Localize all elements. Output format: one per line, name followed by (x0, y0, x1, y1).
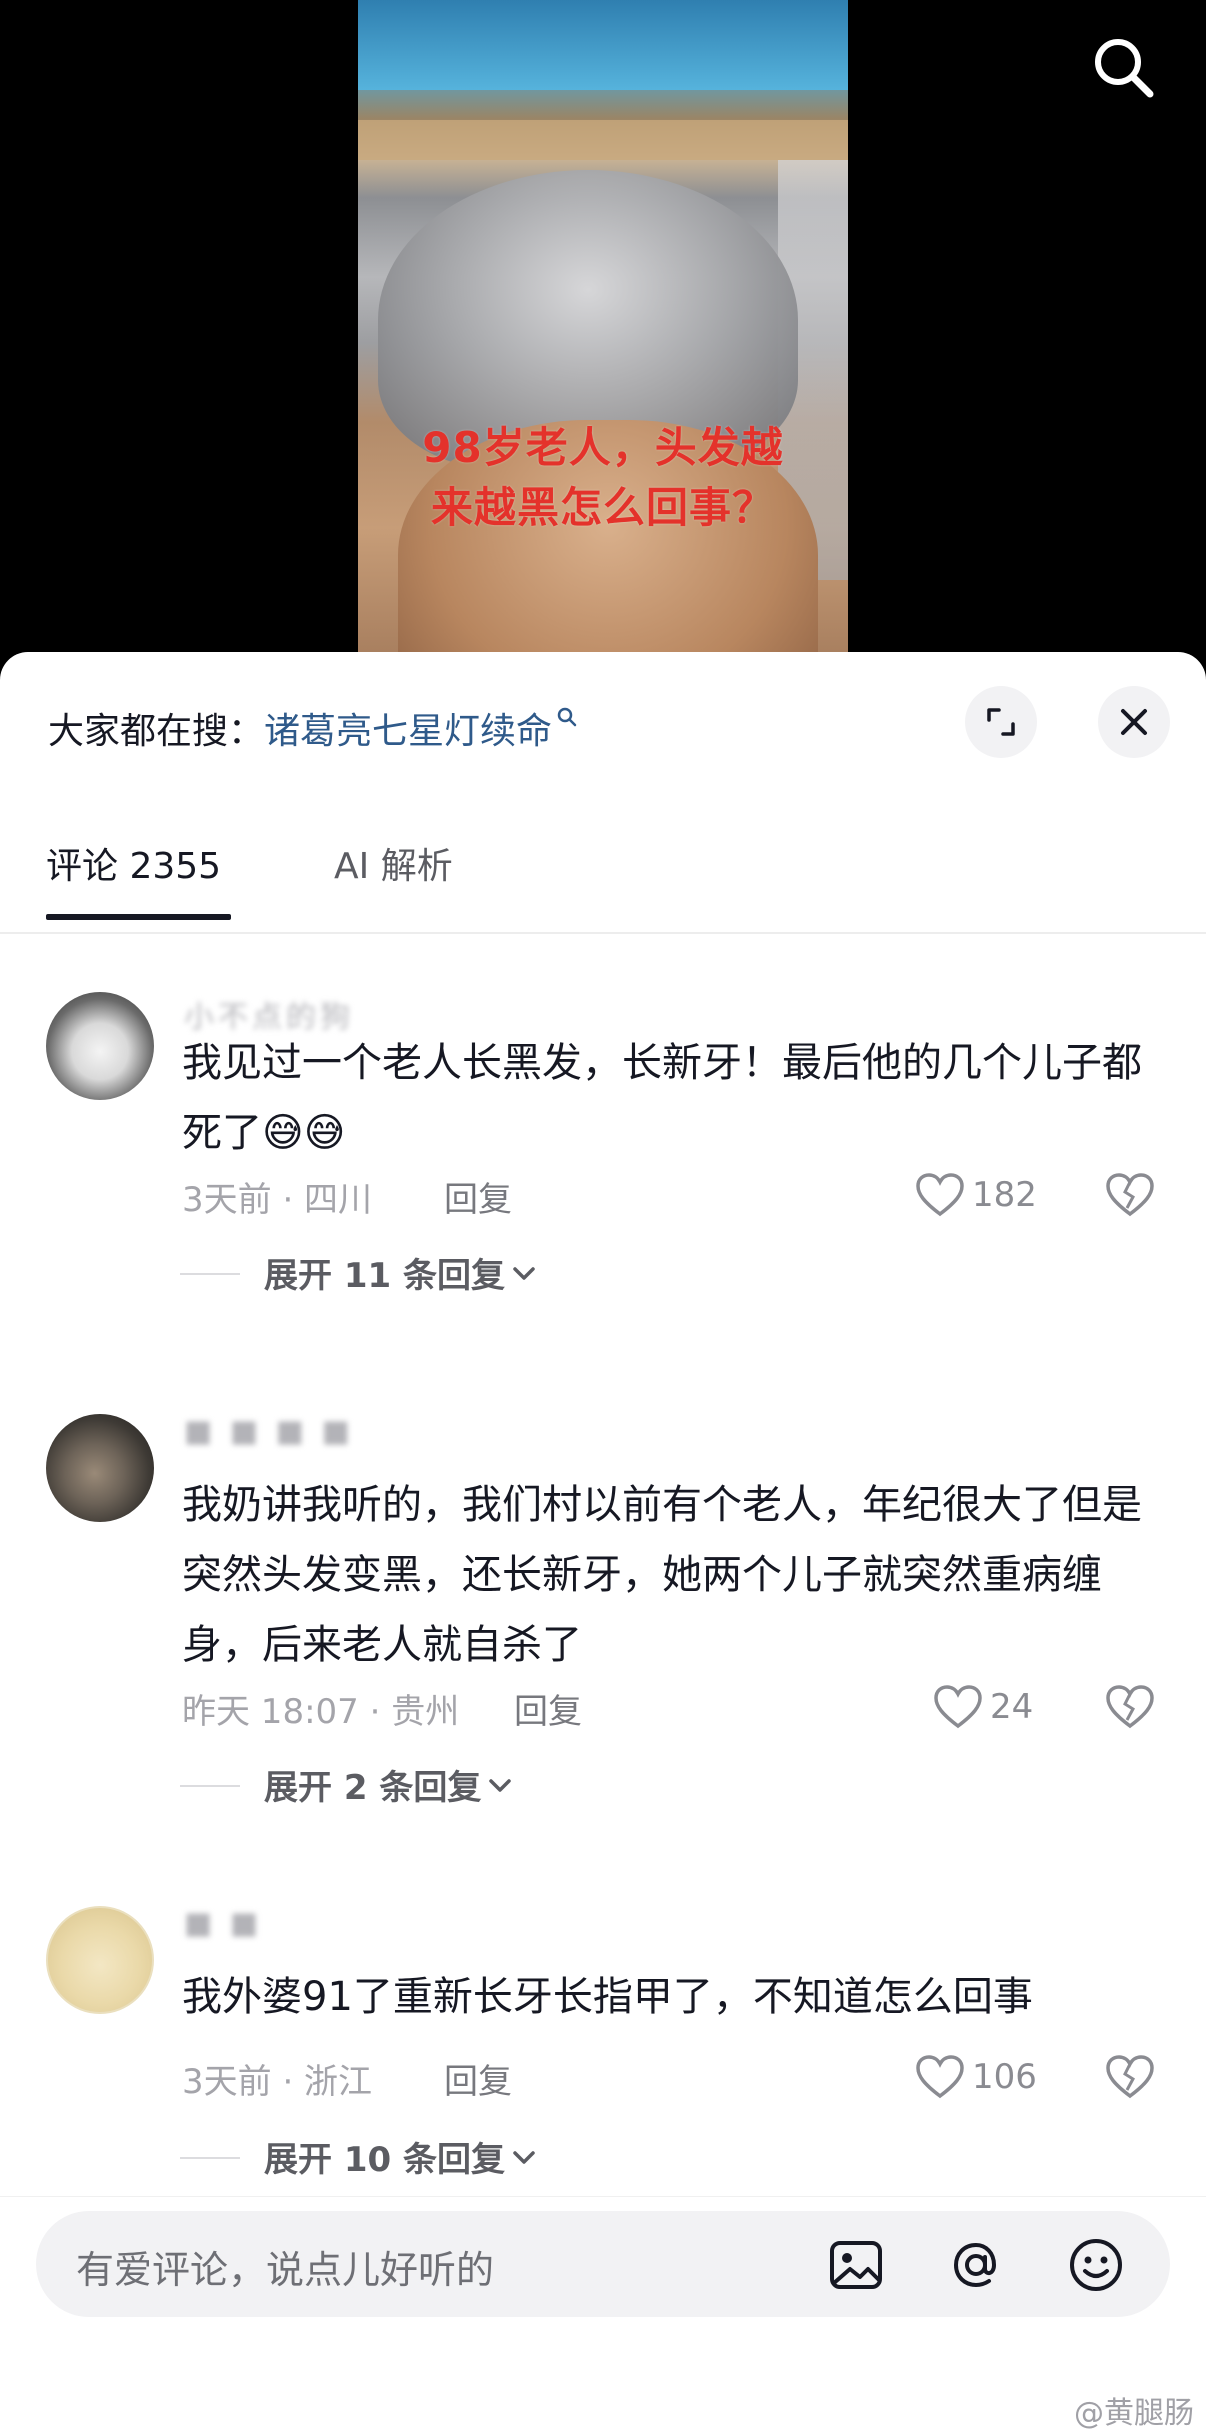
video-caption: 98岁老人，头发越 来越黑怎么回事？ (422, 423, 784, 532)
chevron-down-icon (513, 1266, 535, 1280)
like-button[interactable]: 182 (914, 1172, 1037, 1218)
emoji-icon[interactable] (1066, 2235, 1126, 2295)
chevron-down-icon (513, 2150, 535, 2164)
reply-button[interactable]: 回复 (444, 2054, 512, 2103)
broken-heart-icon (1106, 1173, 1154, 1217)
broken-heart-icon (1106, 2055, 1154, 2099)
trending-search[interactable]: 大家都在搜：诸葛亮七星灯续命 (48, 702, 578, 754)
comment-username[interactable]: ■ ■ (184, 1906, 262, 1941)
expand-button[interactable] (965, 686, 1037, 758)
expand-icon (987, 708, 1015, 736)
close-button[interactable] (1098, 686, 1170, 758)
comment-input[interactable]: 有爱评论，说点儿好听的 (36, 2211, 1170, 2317)
comment-tabs: 评论 2355 AI 解析 (0, 832, 1206, 934)
trending-search-keyword[interactable]: 诸葛亮七星灯续命 (264, 711, 552, 752)
avatar[interactable] (46, 1906, 154, 2014)
image-icon[interactable] (826, 2235, 886, 2295)
comment-meta: 3天前 · 四川 (182, 1180, 373, 1220)
dislike-button[interactable] (1104, 2054, 1156, 2104)
broken-heart-icon (1106, 1685, 1154, 1729)
like-count: 106 (972, 2057, 1037, 2097)
expand-replies-label: 展开 2 条回复 (264, 1768, 482, 1808)
comment-sheet: 大家都在搜：诸葛亮七星灯续命 评论 2355 AI 解析 小不点的狗 我见过一个… (0, 652, 1206, 2436)
dislike-button[interactable] (1104, 1684, 1156, 1734)
comment-input-bar: 有爱评论，说点儿好听的 (0, 2196, 1206, 2436)
comment-input-placeholder: 有爱评论，说点儿好听的 (76, 2248, 495, 2292)
like-count: 24 (990, 1687, 1034, 1727)
expand-replies-label: 展开 11 条回复 (264, 1256, 505, 1296)
search-icon[interactable] (1088, 32, 1158, 102)
avatar[interactable] (46, 992, 154, 1100)
expand-replies-button[interactable]: 展开 2 条回复 (180, 1760, 513, 1809)
comment-text: 我见过一个老人长黑发，长新牙！最后他的几个儿子都死了😅😅 (182, 1040, 1142, 1156)
comment-meta: 3天前 · 浙江 (182, 2062, 373, 2102)
at-icon[interactable] (946, 2235, 1006, 2295)
reply-button[interactable]: 回复 (444, 1172, 512, 1221)
expand-replies-label: 展开 10 条回复 (264, 2140, 505, 2180)
like-button[interactable]: 106 (914, 2054, 1037, 2100)
comment-username[interactable]: ■ ■ ■ ■ (184, 1414, 354, 1449)
expand-replies-button[interactable]: 展开 10 条回复 (180, 2132, 537, 2181)
heart-icon (934, 1685, 982, 1729)
comment-text: 我奶讲我听的，我们村以前有个老人，年纪很大了但是突然头发变黑，还长新牙，她两个儿… (182, 1482, 1142, 1668)
like-button[interactable]: 24 (932, 1684, 1033, 1730)
dislike-button[interactable] (1104, 1172, 1156, 1222)
tab-comments[interactable]: 评论 2355 (46, 832, 232, 924)
avatar[interactable] (46, 1414, 154, 1522)
expand-replies-button[interactable]: 展开 11 条回复 (180, 1248, 537, 1297)
search-icon (556, 702, 578, 743)
watermark: @黄腿肠 (1074, 2396, 1194, 2431)
comment-text: 我外婆91了重新长牙长指甲了，不知道怎么回事 (182, 1974, 1033, 2020)
comment-meta: 昨天 18:07 · 贵州 (182, 1692, 460, 1732)
chevron-down-icon (489, 1778, 512, 1792)
close-icon (1121, 709, 1147, 735)
reply-button[interactable]: 回复 (514, 1684, 582, 1733)
trending-search-prefix: 大家都在搜： (48, 711, 265, 752)
video-frame (358, 0, 848, 660)
tab-ai-analysis[interactable]: AI 解析 (334, 832, 453, 924)
heart-icon (916, 2055, 964, 2099)
heart-icon (916, 1173, 964, 1217)
video-player[interactable]: 98岁老人，头发越 来越黑怎么回事？ (0, 0, 1206, 700)
like-count: 182 (972, 1175, 1037, 1215)
